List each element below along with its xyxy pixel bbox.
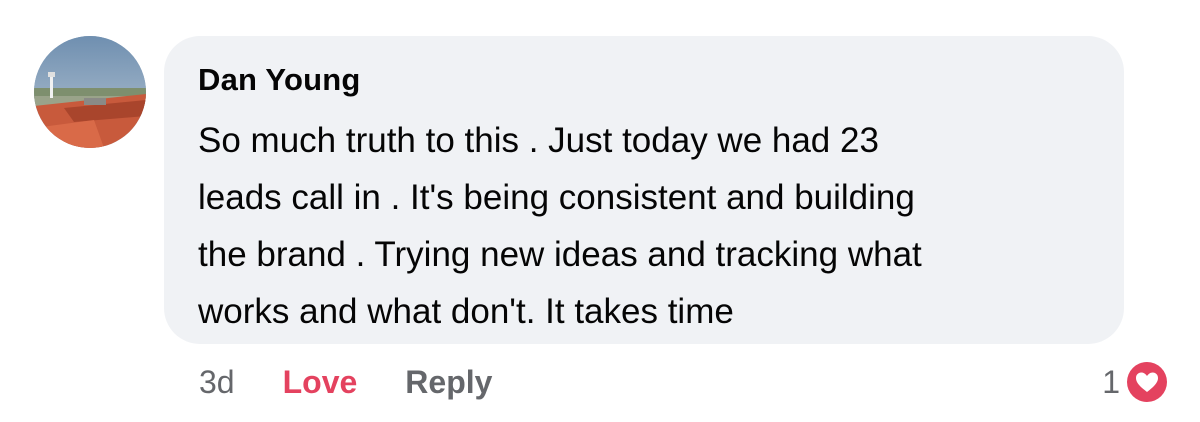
- timestamp[interactable]: 3d: [199, 364, 235, 401]
- author-name[interactable]: Dan Young: [198, 62, 361, 98]
- comment: Dan Young So much truth to this . Just t…: [0, 0, 1200, 422]
- reaction-summary[interactable]: 1: [1102, 356, 1170, 408]
- comment-bubble: Dan Young So much truth to this . Just t…: [164, 36, 1124, 344]
- comment-actions: 3d Love Reply: [199, 362, 492, 402]
- avatar[interactable]: [34, 36, 146, 148]
- reply-button[interactable]: Reply: [405, 364, 492, 401]
- love-button[interactable]: Love: [283, 364, 358, 401]
- love-reaction-icon: [1124, 359, 1170, 405]
- reaction-count: 1: [1102, 363, 1120, 400]
- avatar-photo: [34, 36, 146, 148]
- comment-text: So much truth to this . Just today we ha…: [198, 121, 922, 331]
